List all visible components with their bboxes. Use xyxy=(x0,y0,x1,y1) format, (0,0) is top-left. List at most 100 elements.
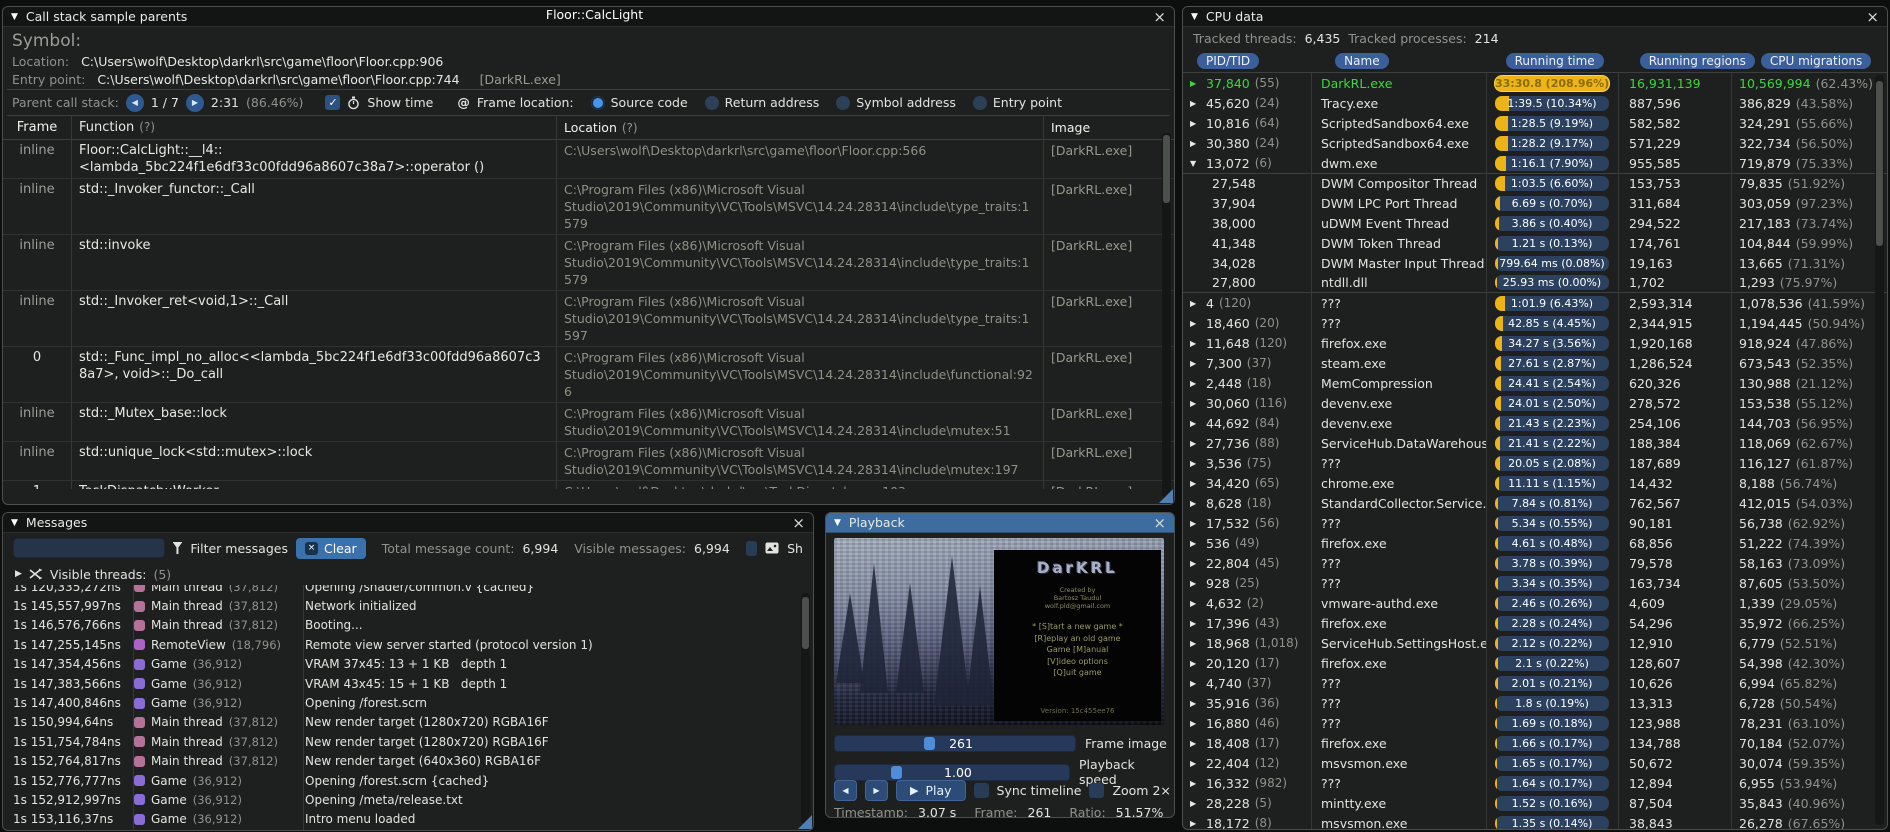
expand-icon[interactable]: ▶ xyxy=(1190,79,1201,88)
expand-icon[interactable]: ▶ xyxy=(1190,559,1201,568)
expand-icon[interactable]: ▶ xyxy=(1190,399,1201,408)
expand-icon[interactable]: ▶ xyxy=(1190,499,1201,508)
message-row[interactable]: 1s 152,776,777ns Game (36,912) Opening /… xyxy=(3,771,813,790)
playback-speed-slider[interactable]: 1.00 xyxy=(834,763,1070,781)
callstack-row[interactable]: inline std::unique_lock<std::mutex>::loc… xyxy=(3,442,1174,481)
message-row[interactable]: 1s 147,354,456ns Game (36,912) VRAM 37x4… xyxy=(3,655,813,674)
cpu-row[interactable]: ▶ 536 (49) firefox.exe 4.61 s (0.48%) 68… xyxy=(1183,533,1887,553)
expand-icon[interactable]: ▶ xyxy=(1190,139,1201,148)
next-frame-button[interactable]: ▶ xyxy=(865,780,888,801)
cpu-row[interactable]: ▶ 4 (120) ??? 1:01.9 (6.43%) 2,593,314 1… xyxy=(1183,293,1887,313)
expand-icon[interactable]: ▶ xyxy=(1190,419,1201,428)
cpu-row[interactable]: ▶ 34,420 (65) chrome.exe 11.11 s (1.15%)… xyxy=(1183,473,1887,493)
message-row[interactable]: 1s 147,255,145ns RemoteView (18,796) Rem… xyxy=(3,635,813,654)
cpu-row[interactable]: 27,548 DWM Compositor Thread 1:03.5 (6.6… xyxy=(1183,173,1887,193)
frame-image-slider[interactable]: 261 xyxy=(834,735,1076,752)
cpu-row[interactable]: ▶ 2,448 (18) MemCompression 24.41 s (2.5… xyxy=(1183,373,1887,393)
expand-icon[interactable]: ▶ xyxy=(1190,379,1201,388)
close-icon[interactable]: × xyxy=(1866,9,1879,24)
cpu-row[interactable]: ▶ 7,300 (37) steam.exe 27.61 s (2.87%) 1… xyxy=(1183,353,1887,373)
expand-icon[interactable]: ▶ xyxy=(1190,459,1201,468)
cpu-row[interactable]: ▶ 44,692 (84) devenv.exe 21.43 s (2.23%)… xyxy=(1183,413,1887,433)
expand-icon[interactable]: ▶ xyxy=(1190,319,1201,328)
expand-icon[interactable]: ▶ xyxy=(1190,339,1201,348)
expand-icon[interactable]: ▶ xyxy=(1190,639,1201,648)
cpu-row[interactable]: ▶ 928 (25) ??? 3.34 s (0.35%) 163,734 87… xyxy=(1183,573,1887,593)
scrollbar-thumb[interactable] xyxy=(802,597,809,649)
callstack-row[interactable]: inline std::_Mutex_base::lock C:\Program… xyxy=(3,403,1174,442)
col-pid-tid[interactable]: PID/TID xyxy=(1197,53,1260,69)
expand-icon[interactable]: ▶ xyxy=(1190,739,1201,748)
cpu-row[interactable]: ▶ 4,740 (37) ??? 2.01 s (0.21%) 10,626 6… xyxy=(1183,673,1887,693)
cpu-row[interactable]: ▶ 16,880 (46) ??? 1.69 s (0.18%) 123,988… xyxy=(1183,713,1887,733)
message-row[interactable]: 1s 147,383,566ns Game (36,912) VRAM 43x4… xyxy=(3,674,813,693)
expand-icon[interactable]: ▶ xyxy=(1190,99,1201,108)
function-cell[interactable]: std::invoke xyxy=(71,235,556,256)
cpu-row[interactable]: ▼ 13,072 (6) dwm.exe 1:16.1 (7.90%) 955,… xyxy=(1183,153,1887,173)
cpu-titlebar[interactable]: ▼ CPU data × xyxy=(1183,7,1887,27)
expand-icon[interactable]: ▶ xyxy=(1190,719,1201,728)
close-icon[interactable]: × xyxy=(1153,515,1166,530)
collapse-icon[interactable]: ▼ xyxy=(11,518,18,528)
expand-icon[interactable]: ▶ xyxy=(1190,539,1201,548)
callstack-row[interactable]: 0 std::_Func_impl_no_alloc<<lambda_5bc22… xyxy=(3,347,1174,403)
expand-icon[interactable]: ▶ xyxy=(1190,519,1201,528)
cpu-row[interactable]: ▶ 22,804 (45) ??? 3.78 s (0.39%) 79,578 … xyxy=(1183,553,1887,573)
cpu-row[interactable]: ▶ 28,228 (5) mintty.exe 1.52 s (0.16%) 8… xyxy=(1183,793,1887,813)
callstack-row[interactable]: inline std::_Invoker_ret<void,1>::_Call … xyxy=(3,291,1174,347)
callstack-row[interactable]: inline std::_Invoker_functor::_Call C:\P… xyxy=(3,179,1174,235)
expand-icon[interactable]: ▶ xyxy=(1190,299,1201,308)
function-cell[interactable]: std::_Func_impl_no_alloc<<lambda_5bc224f… xyxy=(71,347,556,385)
col-running-regions[interactable]: Running regions xyxy=(1639,53,1755,69)
expand-icon[interactable]: ▶ xyxy=(1190,359,1201,368)
cpu-row[interactable]: ▶ 18,172 (8) msvsmon.exe 1.35 s (0.14%) … xyxy=(1183,813,1887,829)
callstack-row[interactable]: 1 TaskDispatch::Worker C:\Users\wolf\Des… xyxy=(3,481,1174,489)
play-button[interactable]: ▶ Play xyxy=(896,780,966,801)
expand-icon[interactable]: ▶ xyxy=(1190,479,1201,488)
function-cell[interactable]: TaskDispatch::Worker xyxy=(71,481,556,489)
scrollbar[interactable] xyxy=(1162,133,1171,498)
cpu-row[interactable]: ▶ 3,536 (75) ??? 20.05 s (2.08%) 187,689… xyxy=(1183,453,1887,473)
function-cell[interactable]: std::_Invoker_ret<void,1>::_Call xyxy=(71,291,556,312)
cpu-row[interactable]: ▶ 30,060 (116) devenv.exe 24.01 s (2.50%… xyxy=(1183,393,1887,413)
callstack-row[interactable]: inline Floor::CalcLight::__l4::<lambda_5… xyxy=(3,140,1174,179)
scrollbar-thumb[interactable] xyxy=(1163,135,1170,203)
col-cpu-migrations[interactable]: CPU migrations xyxy=(1760,53,1872,69)
filter-input[interactable] xyxy=(13,538,165,558)
resize-grip[interactable] xyxy=(1159,489,1173,503)
visible-threads-row[interactable]: ▶ Visible threads: (5) xyxy=(3,563,813,585)
expand-icon[interactable]: ▶ xyxy=(1190,599,1201,608)
cpu-row[interactable]: ▶ 11,648 (120) firefox.exe 34.27 s (3.56… xyxy=(1183,333,1887,353)
scrollbar[interactable] xyxy=(1875,75,1884,825)
message-row[interactable]: 1s 145,557,997ns Main thread (37,812) Ne… xyxy=(3,596,813,615)
playback-titlebar[interactable]: ▼ Playback × xyxy=(826,513,1174,533)
cpu-row[interactable]: 34,028 DWM Master Input Thread 799.64 ms… xyxy=(1183,253,1887,273)
clear-button[interactable]: × Clear xyxy=(295,537,366,559)
message-row[interactable]: 1s 153,116,37ns Game (36,912) Intro menu… xyxy=(3,810,813,829)
cpu-row[interactable]: ▶ 45,620 (24) Tracy.exe 1:39.5 (10.34%) … xyxy=(1183,93,1887,113)
expand-icon[interactable]: ▶ xyxy=(1190,659,1201,668)
cpu-row[interactable]: ▶ 18,408 (17) firefox.exe 1.66 s (0.17%)… xyxy=(1183,733,1887,753)
expand-icon[interactable]: ▶ xyxy=(1190,679,1201,688)
close-icon[interactable]: × xyxy=(792,515,805,530)
cpu-row[interactable]: ▶ 16,332 (982) ??? 1.64 s (0.17%) 12,894… xyxy=(1183,773,1887,793)
cpu-row[interactable]: ▶ 37,840 (55) DarkRL.exe 33:30.8 (208.96… xyxy=(1183,73,1887,93)
message-row[interactable]: 1s 146,576,766ns Main thread (37,812) Bo… xyxy=(3,616,813,635)
cpu-row[interactable]: 38,000 uDWM Event Thread 3.86 s (0.40%) … xyxy=(1183,213,1887,233)
cpu-row[interactable]: ▶ 17,532 (56) ??? 5.34 s (0.55%) 90,181 … xyxy=(1183,513,1887,533)
cpu-row[interactable]: ▶ 8,628 (18) StandardCollector.Service.e… xyxy=(1183,493,1887,513)
cpu-row[interactable]: ▶ 22,404 (12) msvsmon.exe 1.65 s (0.17%)… xyxy=(1183,753,1887,773)
collapse-icon[interactable]: ▼ xyxy=(834,518,841,528)
col-running-time[interactable]: Running time xyxy=(1505,53,1604,69)
expand-icon[interactable]: ▶ xyxy=(1190,439,1201,448)
message-row[interactable]: 1s 150,994,64ns Main thread (37,812) New… xyxy=(3,713,813,732)
expand-icon[interactable]: ▶ xyxy=(1190,799,1201,808)
col-name[interactable]: Name xyxy=(1335,53,1389,69)
expand-icon[interactable]: ▶ xyxy=(1190,759,1201,768)
scrollbar-thumb[interactable] xyxy=(1876,81,1883,246)
expand-icon[interactable]: ▶ xyxy=(1190,819,1201,828)
cpu-row[interactable]: 27,800 ntdll.dll 25.93 ms (0.00%) 1,702 … xyxy=(1183,273,1887,293)
message-row[interactable]: 1s 151,754,784ns Main thread (37,812) Ne… xyxy=(3,732,813,751)
expand-icon[interactable]: ▶ xyxy=(1190,699,1201,708)
cpu-row[interactable]: ▶ 10,816 (64) ScriptedSandbox64.exe 1:28… xyxy=(1183,113,1887,133)
